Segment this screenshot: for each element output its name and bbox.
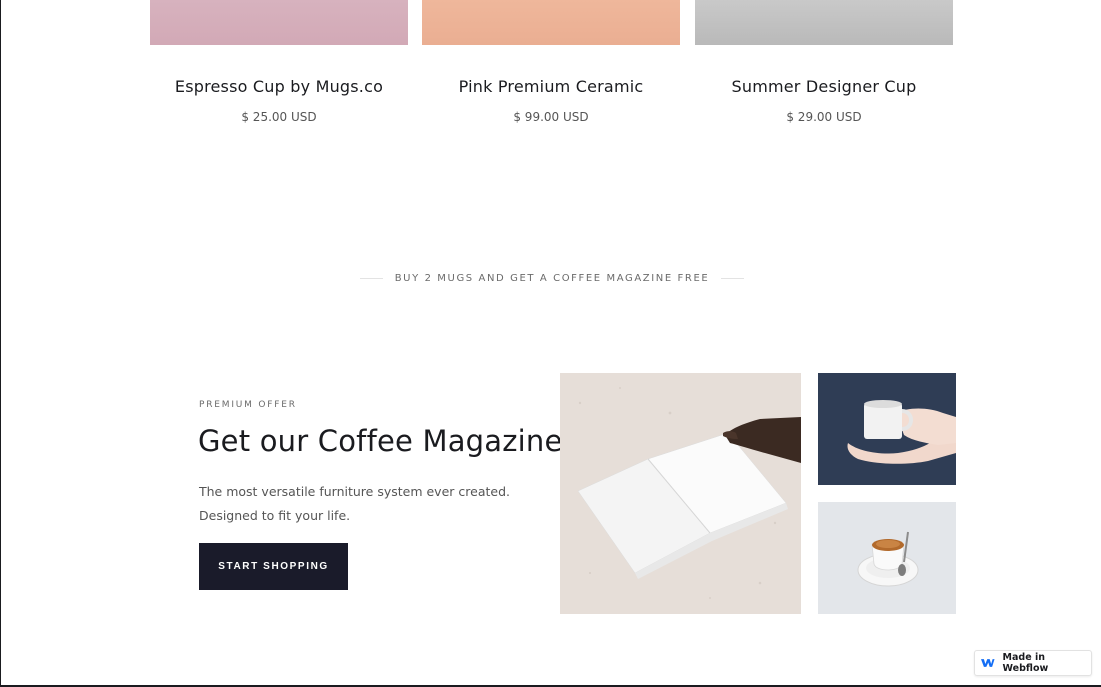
divider <box>360 278 383 279</box>
offer-eyebrow: PREMIUM OFFER <box>199 400 297 410</box>
offer-headline: Get our Coffee Magazine <box>198 424 563 458</box>
open-magazine-image <box>560 373 801 614</box>
made-in-webflow-badge[interactable]: Made in Webflow <box>974 650 1092 676</box>
hand-holding-mug-image <box>818 373 956 485</box>
product-name[interactable]: Summer Designer Cup <box>695 77 953 96</box>
offer-description: The most versatile furniture system ever… <box>199 480 529 528</box>
product-image-summer-cup[interactable] <box>695 0 953 45</box>
description-line: Designed to fit your life. <box>199 508 351 523</box>
espresso-cup-image <box>818 502 956 614</box>
promo-text: BUY 2 MUGS AND GET A COFFEE MAGAZINE FRE… <box>394 273 710 284</box>
description-line: The most versatile furniture system ever… <box>199 484 510 499</box>
webflow-logo-icon <box>981 659 995 667</box>
start-shopping-button[interactable]: START SHOPPING <box>199 543 348 590</box>
product-price: $ 99.00 USD <box>513 110 589 124</box>
product-image-pink-ceramic[interactable] <box>422 0 680 45</box>
badge-label: Made in Webflow <box>1002 652 1049 674</box>
product-name[interactable]: Espresso Cup by Mugs.co <box>150 77 408 96</box>
product-image-espresso-cup[interactable] <box>150 0 408 45</box>
promo-banner: BUY 2 MUGS AND GET A COFFEE MAGAZINE FRE… <box>360 273 744 284</box>
product-name[interactable]: Pink Premium Ceramic <box>422 77 680 96</box>
product-price: $ 29.00 USD <box>786 110 862 124</box>
product-price: $ 25.00 USD <box>241 110 317 124</box>
divider <box>721 278 744 279</box>
